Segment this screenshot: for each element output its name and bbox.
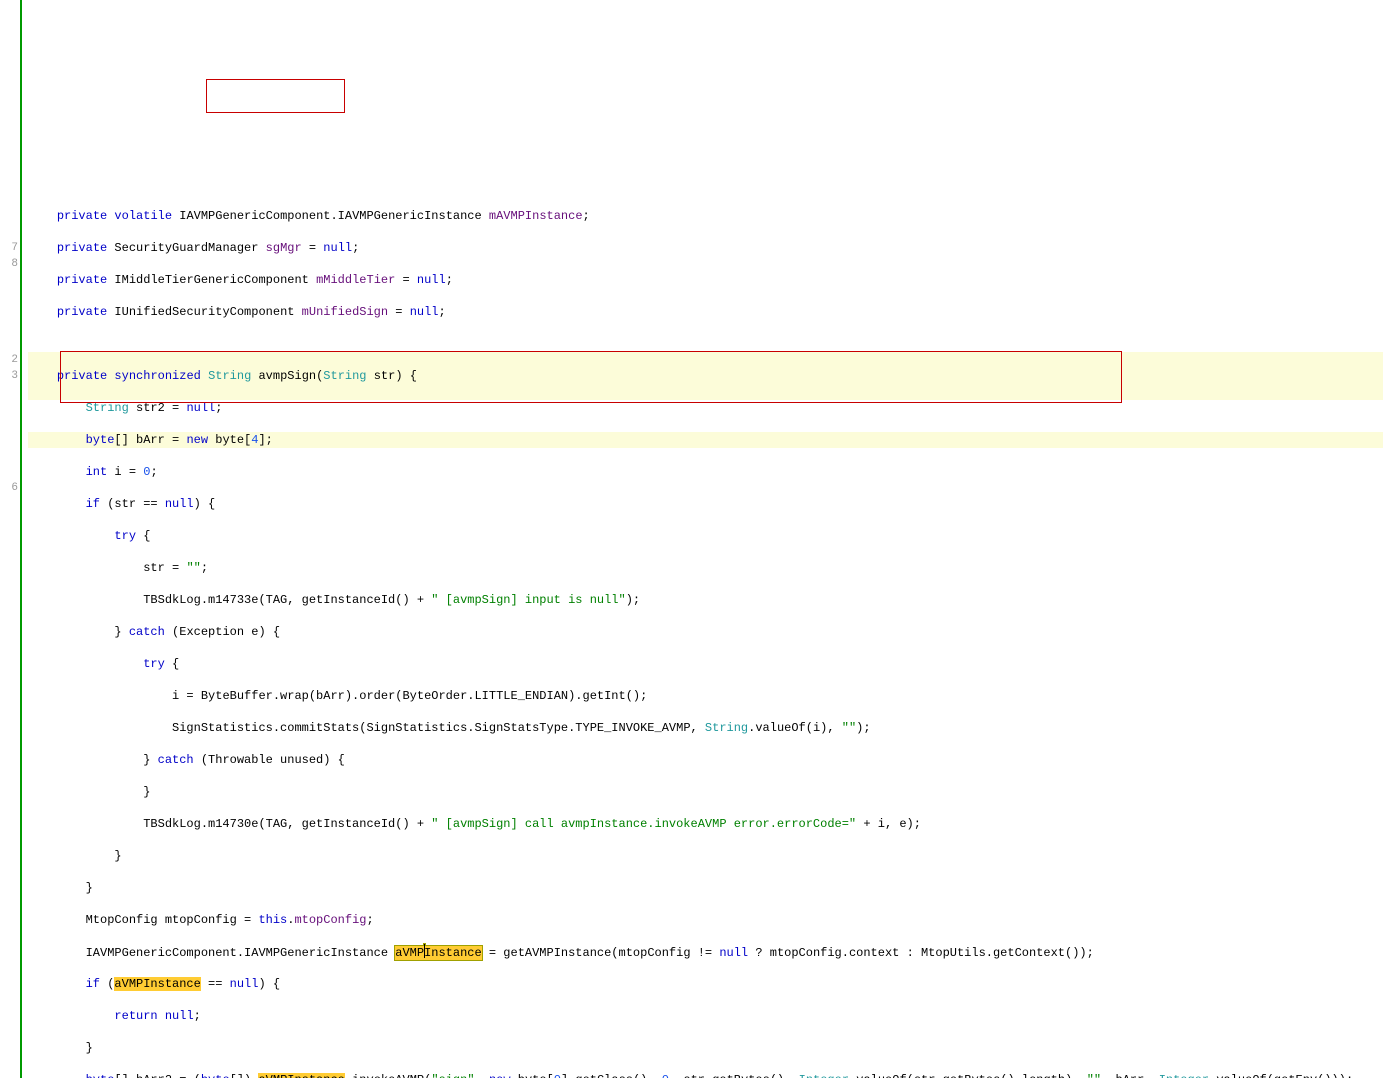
gutter-mark [0,208,18,224]
search-hit: aVMPInstance [114,977,200,991]
code-line[interactable]: IAVMPGenericComponent.IAVMPGenericInstan… [28,944,1383,960]
code-line[interactable]: if (str == null) { [28,496,1383,512]
usage-highlight-bg [28,384,1383,400]
gutter-mark [0,304,18,320]
gutter-mark [0,528,18,544]
gutter-mark [0,16,18,32]
gutter-mark [0,384,18,400]
gutter-mark [0,432,18,448]
gutter-mark [0,96,18,112]
gutter-mark: 2 [0,352,18,368]
code-line[interactable]: try { [28,528,1383,544]
code-line[interactable]: } [28,880,1383,896]
gutter-mark [0,176,18,192]
code-line[interactable]: private synchronized String avmpSign(Str… [28,368,1383,384]
gutter-mark [0,320,18,336]
code-line[interactable]: if (aVMPInstance == null) { [28,976,1383,992]
usage-highlight-bg [28,352,1383,368]
code-line[interactable]: int i = 0; [28,464,1383,480]
gutter-mark [0,0,18,16]
code-line[interactable]: } [28,848,1383,864]
gutter-mark [0,80,18,96]
gutter-mark: 8 [0,256,18,272]
red-annotation-box [206,79,345,113]
code-line[interactable]: } catch (Exception e) { [28,624,1383,640]
code-line[interactable]: TBSdkLog.m14730e(TAG, getInstanceId() + … [28,816,1383,832]
gutter-mark: 7 [0,240,18,256]
code-line[interactable] [28,336,1383,352]
code-line[interactable]: } [28,1040,1383,1056]
code-line[interactable]: try { [28,656,1383,672]
gutter-mark [0,32,18,48]
gutter-mark [0,448,18,464]
code-line[interactable]: private IMiddleTierGenericComponent mMid… [28,272,1383,288]
code-line[interactable]: TBSdkLog.m14733e(TAG, getInstanceId() + … [28,592,1383,608]
code-line[interactable]: } catch (Throwable unused) { [28,752,1383,768]
code-line[interactable]: } [28,784,1383,800]
gutter-mark: 6 [0,480,18,496]
gutter-mark [0,512,18,528]
gutter-mark [0,464,18,480]
code-line[interactable]: return null; [28,1008,1383,1024]
change-bar [20,0,22,1078]
search-hit: aVMPInstance [258,1073,344,1078]
code-line[interactable]: i = ByteBuffer.wrap(bArr).order(ByteOrde… [28,688,1383,704]
code-editor[interactable]: 7 8 2 3 6 private volatile IAVMPGenericC… [0,0,1383,1078]
gutter-mark [0,64,18,80]
code-line[interactable]: private volatile IAVMPGenericComponent.I… [28,208,1383,224]
gutter-mark [0,288,18,304]
gutter-mark [0,128,18,144]
code-line[interactable]: SignStatistics.commitStats(SignStatistic… [28,720,1383,736]
code-line[interactable]: byte[] bArr = new byte[4]; [28,432,1383,448]
code-line[interactable]: private SecurityGuardManager sgMgr = nul… [28,240,1383,256]
gutter-mark [0,336,18,352]
search-hit-caret: aVMPInstance [395,946,481,960]
code-line[interactable]: private IUnifiedSecurityComponent mUnifi… [28,304,1383,320]
gutter-mark [0,272,18,288]
gutter-mark [0,496,18,512]
gutter: 7 8 2 3 6 [0,0,20,1078]
code-line[interactable]: str = ""; [28,560,1383,576]
gutter-mark [0,416,18,432]
gutter-mark [0,400,18,416]
gutter-mark [0,192,18,208]
gutter-mark [0,144,18,160]
code-line[interactable]: String str2 = null; [28,400,1383,416]
code-line[interactable]: MtopConfig mtopConfig = this.mtopConfig; [28,912,1383,928]
code-area[interactable]: private volatile IAVMPGenericComponent.I… [28,0,1383,1078]
code-line[interactable]: byte[] bArr2 = (byte[]) aVMPInstance.inv… [28,1072,1383,1078]
gutter-mark [0,224,18,240]
gutter-mark [0,48,18,64]
gutter-mark: 3 [0,368,18,384]
gutter-mark [0,112,18,128]
gutter-mark [0,160,18,176]
